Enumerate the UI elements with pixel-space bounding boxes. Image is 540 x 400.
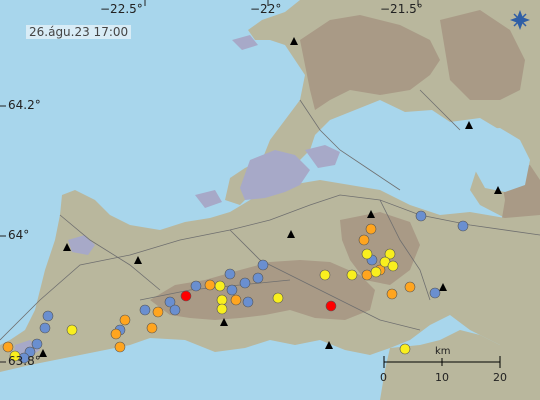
quake-dot-orange xyxy=(2,341,14,353)
quake-dot-blue xyxy=(139,304,151,316)
quake-dot-blue xyxy=(257,259,269,271)
quake-dot-yellow xyxy=(214,280,226,292)
quake-dot-blue xyxy=(252,272,264,284)
scale-unit-label: km xyxy=(435,346,451,357)
quake-dot-blue xyxy=(31,338,43,350)
quake-dot-blue xyxy=(429,287,441,299)
quake-dot-yellow xyxy=(216,294,228,306)
quake-dot-yellow xyxy=(319,269,331,281)
quake-dot-orange xyxy=(119,314,131,326)
quake-dot-orange xyxy=(358,234,370,246)
quake-dot-yellow xyxy=(370,266,382,278)
quake-dot-orange xyxy=(404,281,416,293)
quake-dot-orange xyxy=(361,269,373,281)
quake-dot-yellow xyxy=(346,269,358,281)
quake-dot-yellow xyxy=(387,260,399,272)
quake-dot-orange xyxy=(110,328,122,340)
quake-dot-blue xyxy=(190,280,202,292)
quake-dot-orange xyxy=(365,223,377,235)
lat-label-mid: 64° xyxy=(8,228,30,242)
quake-dot-blue xyxy=(226,284,238,296)
quake-dot-yellow xyxy=(272,292,284,304)
map-canvas xyxy=(0,0,540,400)
timestamp-label: 26.águ.23 17:00 xyxy=(26,25,132,39)
quake-dot-orange xyxy=(386,288,398,300)
quake-dot-blue xyxy=(415,210,427,222)
quake-dot-orange xyxy=(152,306,164,318)
quake-dot-orange xyxy=(204,279,216,291)
quake-dot-blue xyxy=(169,304,181,316)
quake-dot-blue xyxy=(457,220,469,232)
scale-tick-20: 20 xyxy=(493,371,507,384)
lat-label-south: 63.8° xyxy=(8,354,41,368)
quake-dot-yellow xyxy=(66,324,78,336)
lon-label-mid: −22° xyxy=(250,2,282,16)
quake-dot-orange xyxy=(146,322,158,334)
lat-label-north: 64.2° xyxy=(8,98,41,112)
quake-dot-blue xyxy=(42,310,54,322)
quake-dot-blue xyxy=(224,268,236,280)
quake-dot-yellow xyxy=(399,343,411,355)
quake-dot-orange xyxy=(230,294,242,306)
quake-dot-blue xyxy=(239,277,251,289)
lon-label-east: −21.5° xyxy=(380,2,423,16)
quake-dot-red xyxy=(325,300,337,312)
quake-dot-yellow xyxy=(216,303,228,315)
quake-dot-yellow xyxy=(361,248,373,260)
quake-dot-blue xyxy=(242,296,254,308)
quake-dot-blue xyxy=(39,322,51,334)
quake-dot-orange xyxy=(114,341,126,353)
scale-tick-10: 10 xyxy=(435,371,449,384)
quake-dot-red xyxy=(180,290,192,302)
lon-label-west: −22.5° xyxy=(100,2,143,16)
scale-tick-0: 0 xyxy=(380,371,387,384)
